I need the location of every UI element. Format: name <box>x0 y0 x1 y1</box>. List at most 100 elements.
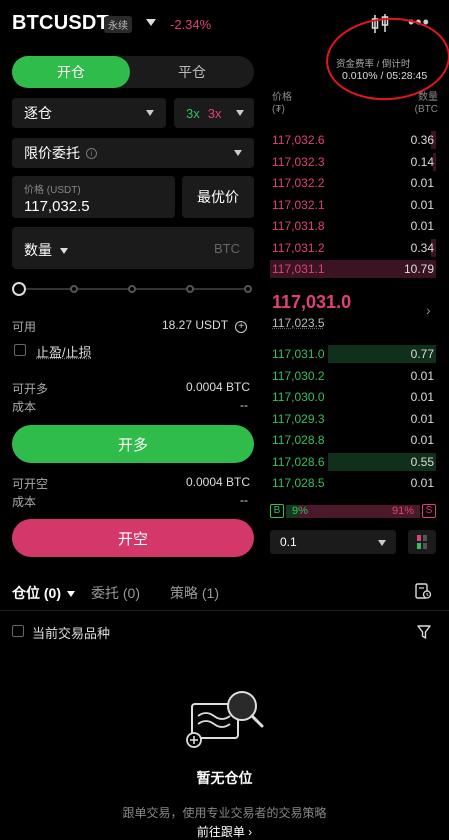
row-price: 117,032.1 <box>272 197 325 212</box>
qty-header-unit: (BTC <box>414 104 438 115</box>
bid-row[interactable]: 117,031.0 0.77 <box>270 345 436 363</box>
row-qty: 0.01 <box>410 390 434 404</box>
current-symbol-checkbox[interactable] <box>12 625 24 637</box>
price-label: 价格 (USDT) <box>24 185 81 196</box>
ask-row[interactable]: 117,031.8 0.01 <box>270 217 436 235</box>
price-value[interactable]: 117,032.5 <box>24 198 90 215</box>
can-long-value: 0.0004 BTC <box>186 380 251 394</box>
tab-positions[interactable]: 仓位 (0) <box>12 583 75 603</box>
ask-row[interactable]: 117,032.3 0.14 <box>270 152 436 171</box>
ask-row[interactable]: 117,032.1 0.01 <box>270 196 436 214</box>
tpsl-checkbox[interactable] <box>14 344 26 356</box>
can-short-value: 0.0004 BTC <box>186 475 251 489</box>
chevron-down-icon <box>146 110 154 116</box>
empty-positions-title: 暂无仓位 <box>196 770 253 786</box>
row-qty: 0.01 <box>410 433 434 447</box>
slider-step-25[interactable] <box>70 285 78 293</box>
leverage-short: 3x <box>207 105 222 121</box>
leverage-select[interactable]: 3x 3x <box>174 98 254 128</box>
bid-row[interactable]: 117,030.2 0.01 <box>270 367 436 385</box>
available-label: 可用 <box>12 320 37 334</box>
row-price: 117,031.0 <box>272 347 325 361</box>
slider-step-100[interactable] <box>244 285 252 293</box>
row-price: 117,031.2 <box>272 240 325 255</box>
buy-percent: 9% <box>292 505 308 517</box>
price-change-percent: -2.34% <box>170 17 212 32</box>
info-icon[interactable]: i <box>86 147 97 159</box>
ask-row[interactable]: 117,032.6 0.36 <box>270 131 436 149</box>
buy-sell-ratio-bar: B 9% 91% S <box>270 504 436 520</box>
row-price: 117,031.1 <box>272 262 325 276</box>
chevron-down-icon <box>234 150 242 156</box>
bid-row[interactable]: 117,028.5 0.01 <box>270 474 436 492</box>
symbol-dropdown-icon[interactable] <box>146 19 156 26</box>
chevron-down-icon <box>378 540 386 546</box>
open-short-button[interactable]: 开空 <box>12 519 254 557</box>
buy-tag: B <box>270 504 284 518</box>
order-type-select[interactable]: 限价委托 i <box>12 138 254 168</box>
row-price: 117,032.2 <box>272 176 325 190</box>
cost-value-short: -- <box>240 493 248 507</box>
margin-mode-select[interactable]: 逐仓 <box>12 98 166 128</box>
row-price: 117,030.0 <box>272 390 325 404</box>
row-price: 117,032.3 <box>272 154 325 169</box>
bid-row[interactable]: 117,028.8 0.01 <box>270 431 436 449</box>
quantity-label-text: 数量 <box>24 242 52 258</box>
transfer-plus-icon[interactable]: + <box>235 321 248 333</box>
depth-step-select[interactable]: 0.1 <box>270 530 396 554</box>
quantity-slider-handle[interactable] <box>12 282 26 296</box>
tab-close-position[interactable]: 平仓 <box>130 56 254 88</box>
row-qty: 0.01 <box>410 368 434 383</box>
mark-price: 117,023.5 <box>272 316 325 330</box>
tab-orders[interactable]: 委托 (0) <box>91 583 140 603</box>
last-price[interactable]: 117,031.0 <box>272 292 351 313</box>
orderbook-layout-icon <box>417 535 427 549</box>
orderbook-qty-header: 数量 (BTC <box>408 92 438 116</box>
row-price: 117,028.8 <box>272 433 325 447</box>
tpsl-label[interactable]: 止盈/止损 <box>36 342 92 361</box>
tab-strategy[interactable]: 策略 (1) <box>170 583 219 603</box>
funding-rate-value: 0.010% / 05:28:45 <box>342 70 428 82</box>
go-copy-trading-link[interactable]: 前往跟单 › <box>0 823 449 840</box>
cost-value-long: -- <box>240 398 248 412</box>
row-price: 117,031.8 <box>272 219 325 233</box>
symbol-title[interactable]: BTCUSDT <box>12 12 109 35</box>
bid-row[interactable]: 117,029.3 0.01 <box>270 410 436 428</box>
cost-label-short: 成本 <box>12 495 37 509</box>
sell-tag: S <box>422 504 436 518</box>
ask-row[interactable]: 117,031.2 0.34 <box>270 238 436 257</box>
row-qty: 10.79 <box>403 262 434 276</box>
current-symbol-label[interactable]: 当前交易品种 <box>32 623 110 642</box>
price-header-text: 价格 <box>272 92 292 103</box>
orderbook-view-toggle[interactable] <box>408 530 436 554</box>
quantity-label[interactable]: 数量 <box>24 240 68 260</box>
row-qty: 0.34 <box>410 240 434 255</box>
slider-step-50[interactable] <box>128 285 136 293</box>
row-price: 117,032.6 <box>272 133 325 147</box>
chevron-down-icon <box>59 248 68 255</box>
filter-icon[interactable] <box>416 624 432 640</box>
divider <box>0 610 449 611</box>
row-price: 117,028.6 <box>272 454 325 469</box>
bid-row[interactable]: 117,030.0 0.01 <box>270 388 436 406</box>
empty-positions-icon <box>186 691 264 748</box>
ask-row[interactable]: 117,032.2 0.01 <box>270 174 436 192</box>
order-type-label: 限价委托 <box>24 145 80 161</box>
margin-mode-label: 逐仓 <box>24 105 52 121</box>
tab-open-position[interactable]: 开仓 <box>12 56 130 88</box>
order-history-icon[interactable] <box>414 582 432 600</box>
ask-row[interactable]: 117,031.1 10.79 <box>270 260 436 278</box>
contract-type-tag: 永续 <box>104 16 132 33</box>
available-amount: 18.27 USDT <box>162 318 228 332</box>
tab-positions-label: 仓位 (0) <box>12 585 61 601</box>
bid-row[interactable]: 117,028.6 0.55 <box>270 452 436 471</box>
open-long-button[interactable]: 开多 <box>12 425 254 463</box>
quantity-unit: BTC <box>214 241 240 256</box>
funding-rate-label: 资金费率 / 倒计时 <box>336 59 411 70</box>
chevron-down-icon <box>66 591 75 598</box>
row-qty: 0.77 <box>410 347 434 361</box>
chevron-right-icon[interactable]: › <box>426 302 431 318</box>
row-qty: 0.01 <box>410 411 434 426</box>
best-price-button[interactable]: 最优价 <box>182 176 254 218</box>
slider-step-75[interactable] <box>186 285 194 293</box>
